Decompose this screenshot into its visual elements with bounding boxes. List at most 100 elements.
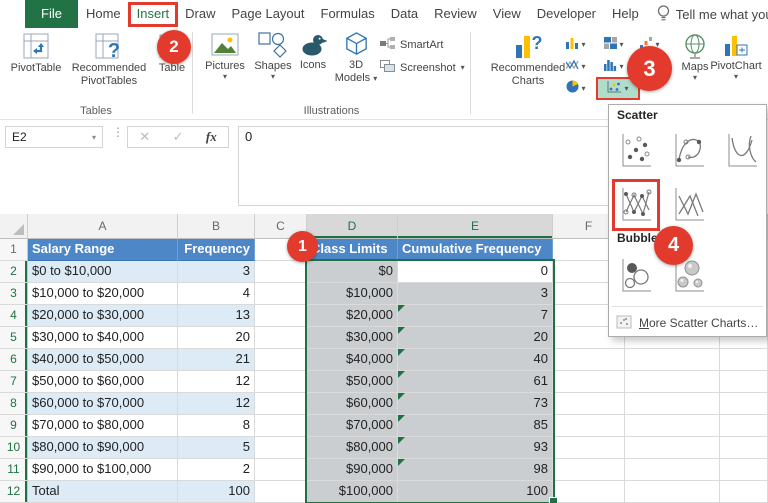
cell-frequency[interactable]: 8 bbox=[178, 415, 255, 437]
cell-empty[interactable] bbox=[255, 327, 307, 349]
cell-class-limits[interactable]: $40,000 bbox=[307, 349, 398, 371]
cell-frequency[interactable]: 3 bbox=[178, 261, 255, 283]
cell-empty[interactable] bbox=[720, 481, 768, 503]
tab-draw[interactable]: Draw bbox=[177, 0, 223, 28]
cell-empty[interactable] bbox=[720, 459, 768, 481]
cell-salary-range[interactable]: $30,000 to $40,000 bbox=[28, 327, 178, 349]
tab-review[interactable]: Review bbox=[426, 0, 485, 28]
cell-class-limits[interactable]: $80,000 bbox=[307, 437, 398, 459]
cell-frequency[interactable]: 20 bbox=[178, 327, 255, 349]
cell-empty[interactable] bbox=[255, 261, 307, 283]
cell-empty[interactable] bbox=[255, 481, 307, 503]
cell-cumulative-frequency[interactable]: 20 bbox=[398, 327, 553, 349]
icons-button[interactable]: Icons bbox=[294, 31, 332, 72]
cell-class-limits[interactable]: $60,000 bbox=[307, 393, 398, 415]
cell-class-limits[interactable]: $0 bbox=[307, 261, 398, 283]
insert-statistic-chart-button[interactable]: ▾ bbox=[598, 57, 630, 77]
cell-empty[interactable] bbox=[255, 437, 307, 459]
cell-empty[interactable] bbox=[625, 371, 720, 393]
cell-salary-range[interactable]: $20,000 to $30,000 bbox=[28, 305, 178, 327]
cell-salary-range[interactable]: $60,000 to $70,000 bbox=[28, 393, 178, 415]
cell-cumulative-frequency[interactable]: 61 bbox=[398, 371, 553, 393]
scatter-smooth-markers-option[interactable] bbox=[668, 128, 710, 174]
cell-cumulative-frequency[interactable]: 40 bbox=[398, 349, 553, 371]
formula-bar-splitter-icon[interactable]: ⋮ bbox=[112, 127, 124, 137]
insert-line-chart-button[interactable]: ▾ bbox=[560, 57, 592, 77]
cell-a1[interactable]: Salary Range bbox=[28, 239, 178, 261]
row-header[interactable]: 2 bbox=[0, 261, 28, 283]
cell-class-limits[interactable]: $20,000 bbox=[307, 305, 398, 327]
cell-empty[interactable] bbox=[255, 371, 307, 393]
cell-empty[interactable] bbox=[625, 437, 720, 459]
cell-empty[interactable] bbox=[255, 283, 307, 305]
cell-frequency[interactable]: 12 bbox=[178, 393, 255, 415]
cell-class-limits[interactable]: $90,000 bbox=[307, 459, 398, 481]
cell-empty[interactable] bbox=[625, 349, 720, 371]
cell-frequency[interactable]: 21 bbox=[178, 349, 255, 371]
row-header[interactable]: 5 bbox=[0, 327, 28, 349]
cell-empty[interactable] bbox=[720, 437, 768, 459]
insert-pie-chart-button[interactable]: ▾ bbox=[560, 79, 592, 99]
insert-column-chart-button[interactable]: ▾ bbox=[560, 35, 592, 55]
row-header[interactable]: 9 bbox=[0, 415, 28, 437]
tab-developer[interactable]: Developer bbox=[529, 0, 604, 28]
screenshot-button[interactable]: Screenshot ▾ bbox=[380, 60, 465, 75]
cell-empty[interactable] bbox=[255, 459, 307, 481]
cell-empty[interactable] bbox=[720, 371, 768, 393]
cell-frequency[interactable]: 100 bbox=[178, 481, 255, 503]
cell-d1[interactable]: Class Limits bbox=[307, 239, 398, 261]
tab-data[interactable]: Data bbox=[383, 0, 426, 28]
cell-frequency[interactable]: 5 bbox=[178, 437, 255, 459]
cell-empty[interactable] bbox=[720, 393, 768, 415]
row-header[interactable]: 7 bbox=[0, 371, 28, 393]
pivottable-button[interactable]: PivotTable bbox=[6, 31, 66, 75]
cell-empty[interactable] bbox=[553, 371, 625, 393]
scatter-smooth-lines-option[interactable] bbox=[721, 128, 763, 174]
cell-frequency[interactable]: 13 bbox=[178, 305, 255, 327]
name-box[interactable]: E2 ▾ bbox=[5, 126, 103, 148]
cell-salary-range[interactable]: $50,000 to $60,000 bbox=[28, 371, 178, 393]
cell-empty[interactable] bbox=[625, 459, 720, 481]
row-header[interactable]: 10 bbox=[0, 437, 28, 459]
cell-class-limits[interactable]: $10,000 bbox=[307, 283, 398, 305]
column-header-b[interactable]: B bbox=[178, 214, 255, 239]
cell-salary-range[interactable]: Total bbox=[28, 481, 178, 503]
row-header[interactable]: 8 bbox=[0, 393, 28, 415]
cell-cumulative-frequency[interactable]: 7 bbox=[398, 305, 553, 327]
name-box-dropdown-icon[interactable]: ▾ bbox=[92, 133, 102, 142]
cell-empty[interactable] bbox=[553, 437, 625, 459]
cell-cumulative-frequency[interactable]: 100 bbox=[398, 481, 553, 503]
cell-empty[interactable] bbox=[255, 415, 307, 437]
cell-cumulative-frequency[interactable]: 3 bbox=[398, 283, 553, 305]
tab-formulas[interactable]: Formulas bbox=[313, 0, 383, 28]
cell-salary-range[interactable]: $40,000 to $50,000 bbox=[28, 349, 178, 371]
cell-class-limits[interactable]: $100,000 bbox=[307, 481, 398, 503]
cell-class-limits[interactable]: $50,000 bbox=[307, 371, 398, 393]
tell-me-search[interactable]: Tell me what you w bbox=[657, 0, 768, 28]
column-header-a[interactable]: A bbox=[28, 214, 178, 239]
pivotchart-button[interactable]: PivotChart ▾ bbox=[704, 33, 768, 81]
cell-b1[interactable]: Frequency bbox=[178, 239, 255, 261]
row-header[interactable]: 3 bbox=[0, 283, 28, 305]
3d-models-button[interactable]: 3D Models ▾ bbox=[332, 31, 380, 85]
cell-e1[interactable]: Cumulative Frequency bbox=[398, 239, 553, 261]
row-header[interactable]: 6 bbox=[0, 349, 28, 371]
cell-cumulative-frequency[interactable]: 85 bbox=[398, 415, 553, 437]
scatter-straight-lines-markers-option[interactable] bbox=[615, 182, 657, 228]
cell-cumulative-frequency[interactable]: 93 bbox=[398, 437, 553, 459]
scatter-straight-lines-option[interactable] bbox=[668, 182, 710, 228]
cell-empty[interactable] bbox=[553, 415, 625, 437]
cell-salary-range[interactable]: $80,000 to $90,000 bbox=[28, 437, 178, 459]
row-header[interactable]: 1 bbox=[0, 239, 28, 261]
cell-empty[interactable] bbox=[553, 459, 625, 481]
column-header-e[interactable]: E bbox=[398, 214, 553, 239]
cell-empty[interactable] bbox=[625, 415, 720, 437]
cell-salary-range[interactable]: $70,000 to $80,000 bbox=[28, 415, 178, 437]
cell-frequency[interactable]: 4 bbox=[178, 283, 255, 305]
tab-help[interactable]: Help bbox=[604, 0, 647, 28]
cell-empty[interactable] bbox=[720, 349, 768, 371]
row-header[interactable]: 4 bbox=[0, 305, 28, 327]
cell-empty[interactable] bbox=[553, 481, 625, 503]
cell-salary-range[interactable]: $90,000 to $100,000 bbox=[28, 459, 178, 481]
cell-empty[interactable] bbox=[255, 349, 307, 371]
